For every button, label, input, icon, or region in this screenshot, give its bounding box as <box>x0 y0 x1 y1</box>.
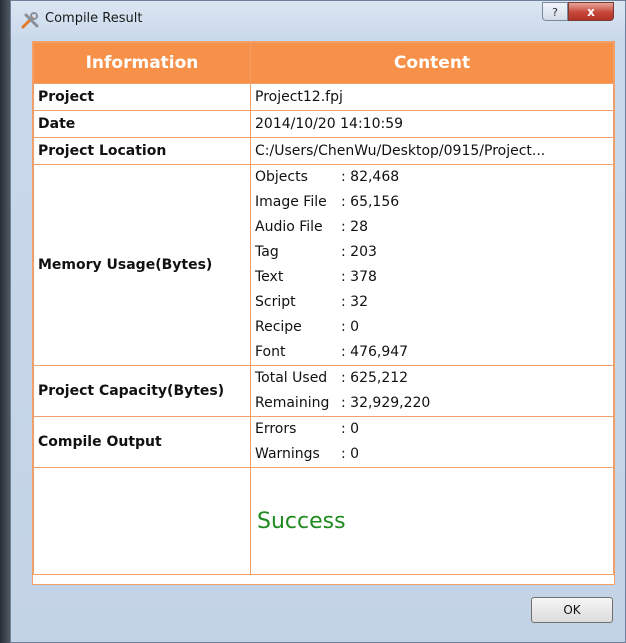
table-row: Project Location C:/Users/ChenWu/Desktop… <box>33 137 614 165</box>
list-item: Recipe : 0 <box>255 315 613 340</box>
list-item: Text : 378 <box>255 265 613 290</box>
capacity-value: : 625,212 <box>341 370 409 386</box>
memory-value: : 65,156 <box>341 194 400 210</box>
project-value: Project12.fpj <box>250 83 614 111</box>
memory-label: Memory Usage(Bytes) <box>33 164 251 366</box>
capacity-value: : 32,929,220 <box>341 395 431 411</box>
compile-output-label: Compile Output <box>33 416 251 468</box>
title-bar[interactable]: Compile Result ? x <box>11 1 625 39</box>
project-label: Project <box>33 83 251 111</box>
date-label: Date <box>33 110 251 138</box>
table-row: Success <box>33 467 614 575</box>
table-header-row: Information Content <box>33 42 614 84</box>
result-panel: Information Content Project Project12.fp… <box>32 41 615 585</box>
memory-value: : 28 <box>341 219 368 235</box>
memory-key: Script <box>255 294 296 310</box>
compile-output-values: Errors : 0 Warnings : 0 <box>250 416 614 468</box>
list-item: Font : 476,947 <box>255 340 613 365</box>
tools-icon <box>21 12 39 29</box>
compile-value: : 0 <box>341 421 360 437</box>
date-value: 2014/10/20 14:10:59 <box>250 110 614 138</box>
capacity-key: Remaining <box>255 395 330 411</box>
list-item: Script : 32 <box>255 290 613 315</box>
capacity-values: Total Used : 625,212 Remaining : 32,929,22… <box>250 365 614 417</box>
table-row: Project Project12.fpj <box>33 83 614 111</box>
memory-key: Objects <box>255 169 308 185</box>
result-empty-label <box>33 467 251 575</box>
background-edge <box>0 0 10 643</box>
memory-key: Text <box>255 269 284 285</box>
window-title: Compile Result <box>45 11 143 26</box>
list-item: Image File : 65,156 <box>255 190 613 215</box>
list-item: Errors : 0 <box>255 417 613 442</box>
help-button[interactable]: ? <box>542 2 568 21</box>
compile-key: Errors <box>255 421 297 437</box>
memory-key: Audio File <box>255 219 323 235</box>
close-button[interactable]: x <box>568 2 614 21</box>
result-cell: Success <box>250 467 614 575</box>
memory-value: : 476,947 <box>341 344 409 360</box>
table-row: Project Capacity(Bytes) Total Used : 625,… <box>33 365 614 417</box>
memory-key: Image File <box>255 194 327 210</box>
memory-key: Recipe <box>255 319 302 335</box>
memory-value: : 0 <box>341 319 360 335</box>
table-row: Compile Output Errors : 0 Warnings : 0 <box>33 416 614 468</box>
list-item: Remaining : 32,929,220 <box>255 391 613 416</box>
list-item: Audio File : 28 <box>255 215 613 240</box>
memory-value: : 203 <box>341 244 377 260</box>
location-label: Project Location <box>33 137 251 165</box>
memory-key: Font <box>255 344 286 360</box>
memory-values: Objects : 82,468 Image File : 65,156 Audio… <box>250 164 614 366</box>
memory-key: Tag <box>255 244 279 260</box>
header-information: Information <box>33 42 251 84</box>
compile-key: Warnings <box>255 446 320 462</box>
header-content: Content <box>250 42 614 84</box>
result-table: Information Content Project Project12.fp… <box>33 42 614 575</box>
list-item: Tag : 203 <box>255 240 613 265</box>
table-row: Memory Usage(Bytes) Objects : 82,468 Imag… <box>33 164 614 366</box>
success-status: Success <box>257 508 346 534</box>
memory-value: : 32 <box>341 294 368 310</box>
list-item: Total Used : 625,212 <box>255 366 613 391</box>
compile-value: : 0 <box>341 446 360 462</box>
table-row: Date 2014/10/20 14:10:59 <box>33 110 614 138</box>
location-value: C:/Users/ChenWu/Desktop/0915/Project... <box>250 137 614 165</box>
memory-value: : 82,468 <box>341 169 400 185</box>
compile-result-dialog: Compile Result ? x Information Content P… <box>10 0 626 643</box>
list-item: Warnings : 0 <box>255 442 613 467</box>
capacity-key: Total Used <box>255 370 328 386</box>
list-item: Objects : 82,468 <box>255 165 613 190</box>
memory-value: : 378 <box>341 269 377 285</box>
capacity-label: Project Capacity(Bytes) <box>33 365 251 417</box>
ok-button[interactable]: OK <box>531 597 613 623</box>
